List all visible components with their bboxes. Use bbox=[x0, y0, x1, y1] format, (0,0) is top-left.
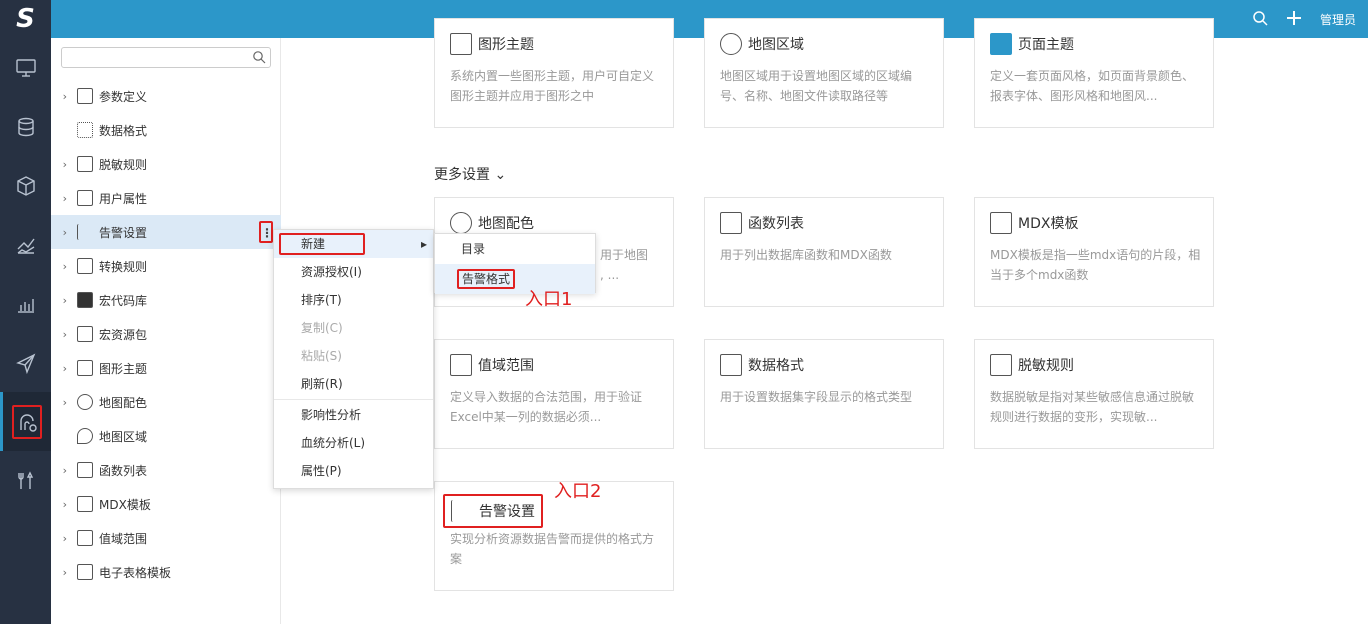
chevron-right-icon: ▸ bbox=[420, 237, 427, 251]
flag-icon bbox=[77, 224, 93, 240]
format-icon bbox=[720, 354, 742, 376]
tree-item-spreadsheet[interactable]: › 电子表格模板 bbox=[51, 555, 281, 589]
search-icon[interactable] bbox=[1252, 10, 1268, 29]
chevron-right-icon[interactable]: › bbox=[51, 532, 71, 545]
chevron-right-icon[interactable]: › bbox=[51, 90, 71, 103]
top-actions: 管理员 bbox=[1252, 0, 1356, 38]
tree-item-alert[interactable]: › 告警设置 ⋮ bbox=[51, 215, 281, 249]
macro-icon bbox=[77, 292, 93, 308]
context-menu: 新建 ▸ 资源授权(I) 排序(T) 复制(C) 粘贴(S) 刷新(R) 影响性分… bbox=[273, 229, 434, 489]
menu-new[interactable]: 新建 ▸ bbox=[274, 230, 433, 258]
function-icon bbox=[77, 462, 93, 478]
chevron-right-icon[interactable]: › bbox=[51, 192, 71, 205]
tree-item-parameter[interactable]: › 参数定义 bbox=[51, 79, 281, 113]
desensitize-icon bbox=[77, 156, 93, 172]
mdx-icon bbox=[990, 212, 1012, 234]
tree-item-chart-theme[interactable]: › 图形主题 bbox=[51, 351, 281, 385]
function-icon bbox=[720, 212, 742, 234]
menu-grant[interactable]: 资源授权(I) bbox=[274, 258, 433, 286]
more-settings-header[interactable]: 更多设置 ⌄ bbox=[434, 164, 506, 184]
chart-icon[interactable] bbox=[0, 215, 51, 274]
menu-divider bbox=[274, 399, 433, 400]
search-icon[interactable] bbox=[252, 50, 266, 64]
chevron-down-icon: ⌄ bbox=[494, 167, 507, 183]
left-nav bbox=[0, 38, 51, 624]
tree-item-mdx[interactable]: › MDX模板 bbox=[51, 487, 281, 521]
tree-item-range[interactable]: › 值域范围 bbox=[51, 521, 281, 555]
submenu-new: 目录 告警格式 bbox=[434, 233, 596, 294]
add-icon[interactable] bbox=[1286, 10, 1302, 29]
package-icon bbox=[77, 326, 93, 342]
user-attr-icon bbox=[77, 190, 93, 206]
menu-lineage[interactable]: 血统分析(L) bbox=[274, 429, 433, 457]
chart-theme-icon bbox=[450, 33, 472, 55]
cube-icon[interactable] bbox=[0, 156, 51, 215]
tree-item-macro-lib[interactable]: › 宏代码库 bbox=[51, 283, 281, 317]
chevron-right-icon[interactable]: › bbox=[51, 158, 71, 171]
menu-paste[interactable]: 粘贴(S) bbox=[274, 342, 433, 370]
tree-item-macro-pkg[interactable]: › 宏资源包 bbox=[51, 317, 281, 351]
flag-icon bbox=[451, 500, 473, 522]
menu-copy[interactable]: 复制(C) bbox=[274, 314, 433, 342]
format-icon bbox=[77, 122, 93, 138]
monitor-icon[interactable] bbox=[0, 38, 51, 97]
menu-impact[interactable]: 影响性分析 bbox=[274, 401, 433, 429]
mdx-icon bbox=[77, 496, 93, 512]
chevron-right-icon[interactable]: › bbox=[51, 362, 71, 375]
chevron-right-icon[interactable]: › bbox=[51, 396, 71, 409]
card-range[interactable]: 值域范围 定义导入数据的合法范围，用于验证Excel中某一列的数据必须... bbox=[434, 339, 674, 449]
tree-item-convert[interactable]: › 转换规则 bbox=[51, 249, 281, 283]
annotation-entry2: 入口2 bbox=[554, 481, 602, 502]
resource-icon[interactable] bbox=[0, 392, 51, 451]
tree-item-user-attr[interactable]: › 用户属性 bbox=[51, 181, 281, 215]
tree-item-map-region[interactable]: 地图区域 bbox=[51, 419, 281, 453]
more-icon[interactable]: ⋮ bbox=[259, 221, 273, 243]
desensitize-icon bbox=[990, 354, 1012, 376]
user-menu[interactable]: 管理员 bbox=[1320, 11, 1356, 28]
menu-sort[interactable]: 排序(T) bbox=[274, 286, 433, 314]
chevron-right-icon[interactable]: › bbox=[51, 464, 71, 477]
chart-theme-icon bbox=[77, 360, 93, 376]
submenu-folder[interactable]: 目录 bbox=[435, 234, 595, 264]
card-map-region[interactable]: 地图区域 地图区域用于设置地图区域的区域编号、名称、地图文件读取路径等 bbox=[704, 18, 944, 128]
bar-chart-icon[interactable] bbox=[0, 274, 51, 333]
card-page-theme[interactable]: 页面主题 定义一套页面风格，如页面背景颜色、报表字体、图形风格和地图风... bbox=[974, 18, 1214, 128]
menu-properties[interactable]: 属性(P) bbox=[274, 457, 433, 485]
map-region-icon bbox=[720, 33, 742, 55]
card-function-list[interactable]: 函数列表 用于列出数据库函数和MDX函数 bbox=[704, 197, 944, 307]
parameter-icon bbox=[77, 88, 93, 104]
entry-highlight bbox=[12, 404, 42, 439]
card-data-format[interactable]: 数据格式 用于设置数据集字段显示的格式类型 bbox=[704, 339, 944, 449]
annotation-entry1: 入口1 bbox=[525, 289, 573, 310]
app-logo[interactable]: S bbox=[0, 0, 51, 38]
spreadsheet-icon bbox=[77, 564, 93, 580]
card-desensitize[interactable]: 脱敏规则 数据脱敏是指对某些敏感信息通过脱敏规则进行数据的变形，实现敏... bbox=[974, 339, 1214, 449]
chevron-right-icon[interactable]: › bbox=[51, 566, 71, 579]
card-chart-theme[interactable]: 图形主题 系统内置一些图形主题，用户可自定义图形主题并应用于图形之中 bbox=[434, 18, 674, 128]
range-icon bbox=[77, 530, 93, 546]
chevron-right-icon[interactable]: › bbox=[51, 226, 71, 239]
tree-item-data-format[interactable]: 数据格式 bbox=[51, 113, 281, 147]
card-mdx-template[interactable]: MDX模板 MDX模板是指一些mdx语句的片段，相当于多个mdx函数 bbox=[974, 197, 1214, 307]
tree-search-input[interactable] bbox=[61, 47, 271, 68]
chevron-right-icon[interactable]: › bbox=[51, 498, 71, 511]
chevron-right-icon[interactable]: › bbox=[51, 328, 71, 341]
tools-icon[interactable] bbox=[0, 451, 51, 510]
chevron-right-icon[interactable]: › bbox=[51, 260, 71, 273]
send-icon[interactable] bbox=[0, 333, 51, 392]
tree-item-function[interactable]: › 函数列表 bbox=[51, 453, 281, 487]
tree-item-map-color[interactable]: › 地图配色 bbox=[51, 385, 281, 419]
convert-icon bbox=[77, 258, 93, 274]
chevron-right-icon[interactable]: › bbox=[51, 294, 71, 307]
tree-item-desensitize[interactable]: › 脱敏规则 bbox=[51, 147, 281, 181]
database-icon[interactable] bbox=[0, 97, 51, 156]
range-icon bbox=[450, 354, 472, 376]
map-color-icon bbox=[450, 212, 472, 234]
menu-refresh[interactable]: 刷新(R) bbox=[274, 370, 433, 398]
map-pin-icon bbox=[77, 428, 93, 444]
map-color-icon bbox=[77, 394, 93, 410]
shirt-icon bbox=[990, 33, 1012, 55]
resource-tree: › 参数定义 数据格式 › 脱敏规则 › 用户属性 › 告警设置 ⋮ › 转换规则 › 宏代码… bbox=[51, 38, 281, 624]
